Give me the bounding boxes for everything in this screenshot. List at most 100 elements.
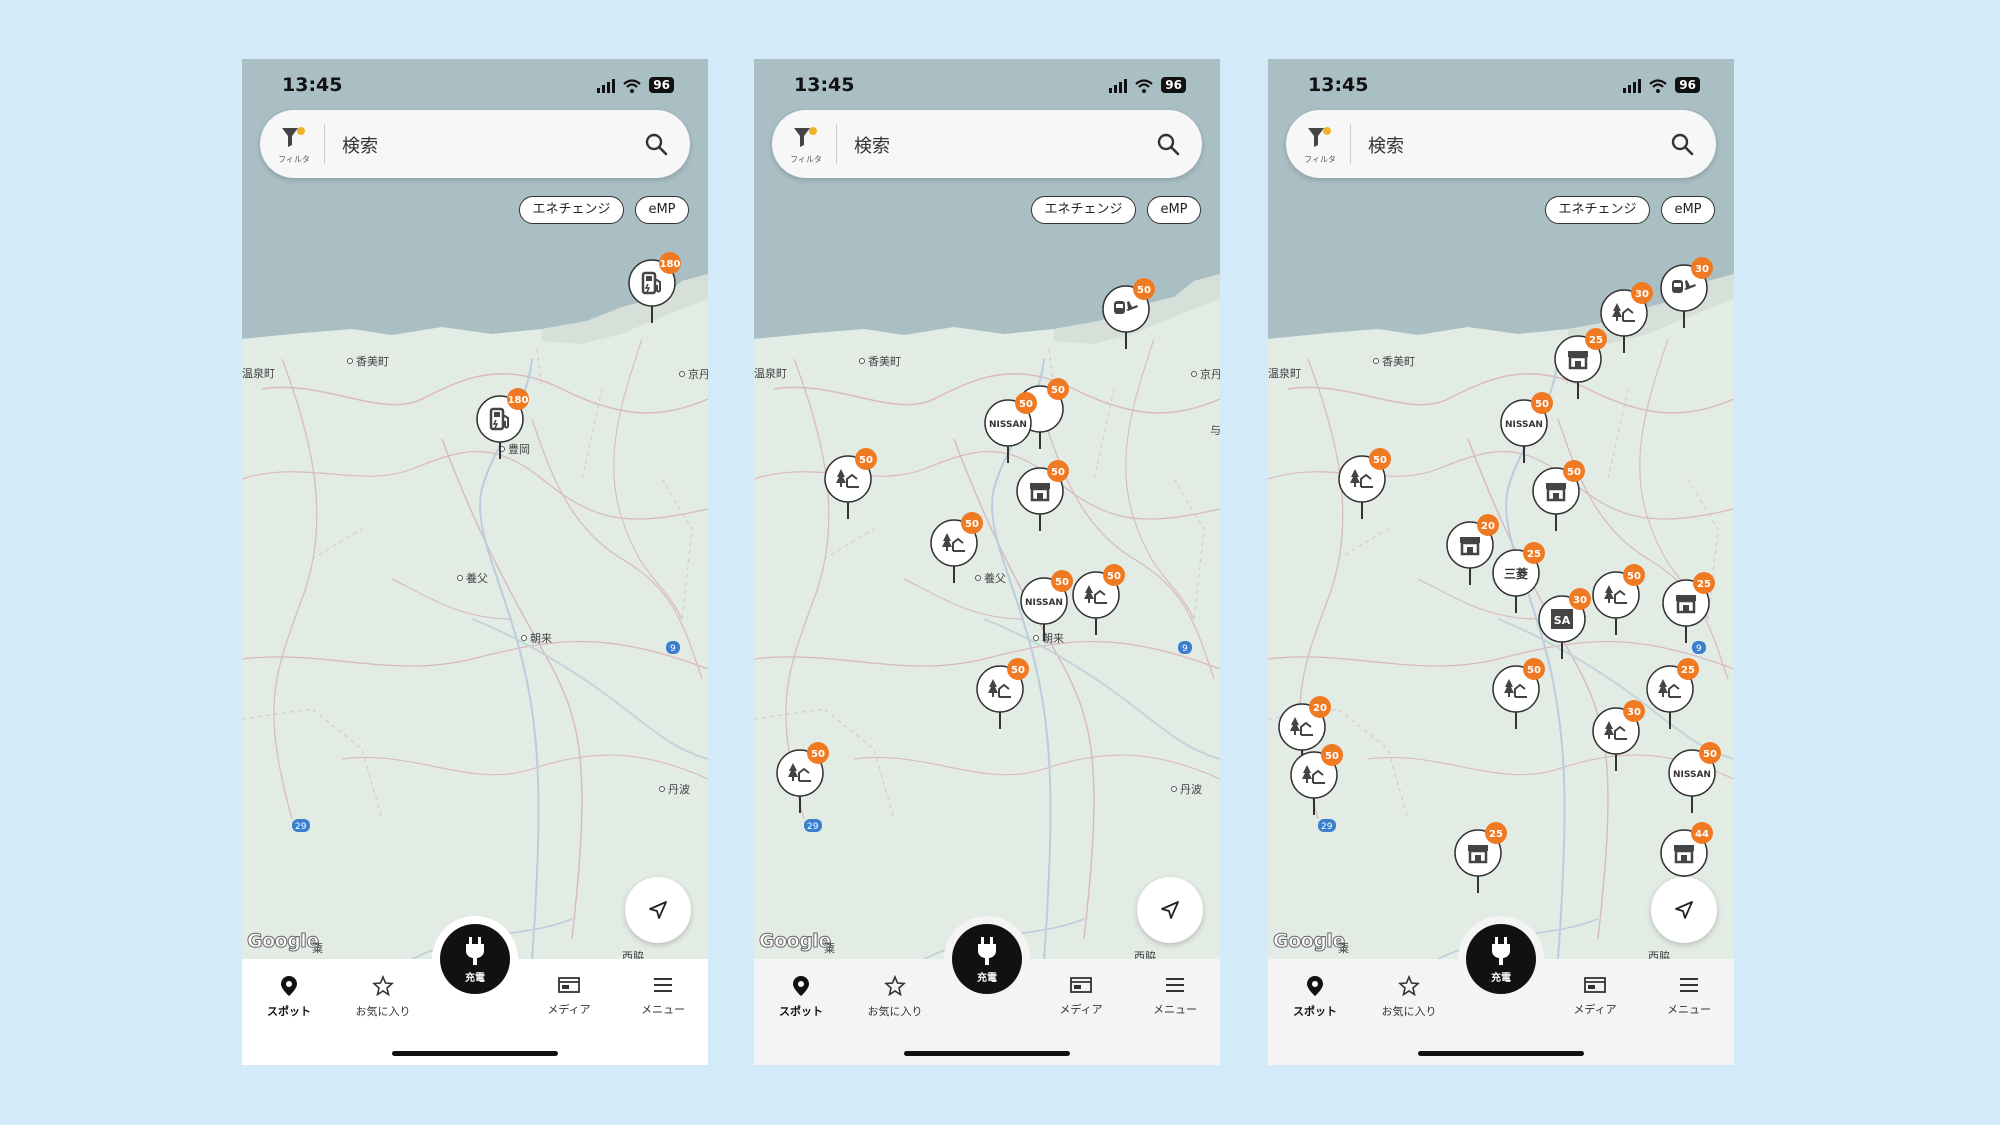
svg-text:180: 180	[660, 259, 681, 270]
map-view[interactable]: 香美町 温泉町 京丹 与 養父 朝来 丹波 西脇 粟 9 29 50 50 NI…	[754, 59, 1220, 959]
svg-text:50: 50	[1055, 577, 1069, 588]
star-icon	[372, 974, 394, 997]
plug-icon	[466, 937, 484, 965]
phone-screen-3: 香美町 温泉町 西脇 粟 9 29 30 30 25 NISSAN 50 50	[1268, 59, 1734, 1065]
place-label-kyotango: 京丹	[1200, 367, 1220, 381]
svg-text:50: 50	[1051, 385, 1065, 396]
chip-emp[interactable]: eMP	[1661, 196, 1715, 224]
nissan-logo: NISSAN	[1025, 598, 1063, 608]
current-location-button[interactable]	[625, 877, 691, 943]
tab-media[interactable]: メディア	[1550, 975, 1640, 1017]
filter-label: フィルタ	[790, 155, 822, 164]
tab-menu[interactable]: メニュー	[1130, 975, 1220, 1017]
search-input[interactable]: 検索	[1368, 132, 1404, 158]
place-label-kyotango: 京丹	[688, 367, 708, 381]
battery-icon: 96	[649, 77, 674, 93]
chip-enechange[interactable]: エネチェンジ	[519, 196, 624, 224]
place-label-onsen: 温泉町	[242, 366, 275, 380]
svg-text:30: 30	[1695, 264, 1709, 275]
filter-button[interactable]: フィルタ	[272, 124, 316, 164]
search-icon[interactable]	[1670, 132, 1694, 156]
tab-label: メニュー	[1153, 1003, 1197, 1016]
search-input[interactable]: 検索	[854, 132, 890, 158]
svg-text:9: 9	[1182, 644, 1188, 654]
filter-button[interactable]: フィルタ	[1298, 124, 1342, 164]
svg-text:50: 50	[1107, 571, 1121, 582]
media-icon	[1584, 977, 1606, 993]
wifi-icon	[1135, 79, 1154, 93]
filter-button[interactable]: フィルタ	[784, 124, 828, 164]
search-bar[interactable]: フィルタ 検索	[772, 110, 1202, 178]
charge-button[interactable]: 充電	[440, 924, 510, 994]
place-label-tamba: 丹波	[668, 783, 690, 796]
hamburger-icon	[654, 978, 672, 992]
chip-enechange[interactable]: エネチェンジ	[1031, 196, 1136, 224]
tab-label: スポット	[1293, 1005, 1337, 1018]
home-indicator	[904, 1051, 1070, 1056]
chip-enechange[interactable]: エネチェンジ	[1545, 196, 1650, 224]
filter-icon	[794, 127, 817, 147]
tab-media[interactable]: メディア	[1036, 975, 1126, 1017]
map-pin-icon	[793, 976, 809, 996]
svg-text:9: 9	[1696, 644, 1702, 654]
place-label-nishiwaki: 西脇	[1134, 950, 1156, 959]
svg-text:SA: SA	[1554, 614, 1571, 627]
media-icon	[1070, 977, 1092, 993]
nissan-logo: NISSAN	[1505, 420, 1543, 430]
tab-menu[interactable]: メニュー	[618, 975, 708, 1017]
star-icon	[884, 974, 906, 997]
search-icon[interactable]	[1156, 132, 1180, 156]
tab-favorites[interactable]: お気に入り	[850, 974, 940, 1019]
map-pin-icon	[1307, 976, 1323, 996]
place-label-nishiwaki: 西脇	[622, 950, 644, 959]
navigation-arrow-icon	[1675, 901, 1693, 919]
search-icon[interactable]	[644, 132, 668, 156]
route-shield-9: 9	[1178, 641, 1192, 654]
filter-label: フィルタ	[278, 155, 310, 164]
search-bar[interactable]: フィルタ 検索	[1286, 110, 1716, 178]
svg-text:29: 29	[1321, 822, 1333, 832]
tab-label: メディア	[1059, 1003, 1103, 1016]
svg-text:50: 50	[1019, 399, 1033, 410]
svg-text:50: 50	[1527, 665, 1541, 676]
chip-emp[interactable]: eMP	[635, 196, 689, 224]
tab-spot[interactable]: スポット	[1270, 975, 1360, 1019]
tab-media[interactable]: メディア	[524, 975, 614, 1017]
place-label-yabu: 養父	[984, 571, 1006, 585]
place-label-kasumi: 香美町	[868, 355, 901, 368]
search-input[interactable]: 検索	[342, 132, 378, 158]
tab-favorites[interactable]: お気に入り	[338, 974, 428, 1019]
current-location-button[interactable]	[1137, 877, 1203, 943]
google-logo: Google	[1273, 930, 1346, 953]
place-label-tamba: 丹波	[1180, 783, 1202, 796]
tab-label: メディア	[547, 1003, 591, 1016]
chip-emp[interactable]: eMP	[1147, 196, 1201, 224]
charge-button[interactable]: 充電	[952, 924, 1022, 994]
home-indicator	[1418, 1051, 1584, 1056]
svg-text:50: 50	[1567, 467, 1581, 478]
place-label-asago: 朝来	[1042, 632, 1064, 645]
route-shield-9: 9	[666, 641, 680, 654]
tab-spot[interactable]: スポット	[756, 975, 846, 1019]
tab-spot[interactable]: スポット	[244, 975, 334, 1019]
charge-button[interactable]: 充電	[1466, 924, 1536, 994]
tab-favorites[interactable]: お気に入り	[1364, 974, 1454, 1019]
plug-icon	[1492, 937, 1510, 965]
tab-label: お気に入り	[355, 1005, 411, 1018]
tab-menu[interactable]: メニュー	[1644, 975, 1734, 1017]
svg-text:50: 50	[811, 749, 825, 760]
hamburger-icon	[1166, 978, 1184, 992]
map-view[interactable]: 香美町 温泉町 西脇 粟 9 29 30 30 25 NISSAN 50 50	[1268, 59, 1734, 959]
svg-text:20: 20	[1313, 703, 1327, 714]
charge-label: 充電	[977, 973, 997, 984]
svg-text:50: 50	[1325, 751, 1339, 762]
search-bar[interactable]: フィルタ 検索	[260, 110, 690, 178]
filter-label: フィルタ	[1304, 155, 1336, 164]
filter-icon	[282, 127, 305, 147]
tab-label: スポット	[267, 1005, 311, 1018]
wifi-icon	[1649, 79, 1668, 93]
signal-icon	[1109, 79, 1128, 93]
tab-label: メニュー	[1667, 1003, 1711, 1016]
map-view[interactable]: 香美町 温泉町 京丹 豊岡 養父 朝来 丹波 西脇 粟 9 29 180 180	[242, 59, 708, 959]
current-location-button[interactable]	[1651, 877, 1717, 943]
